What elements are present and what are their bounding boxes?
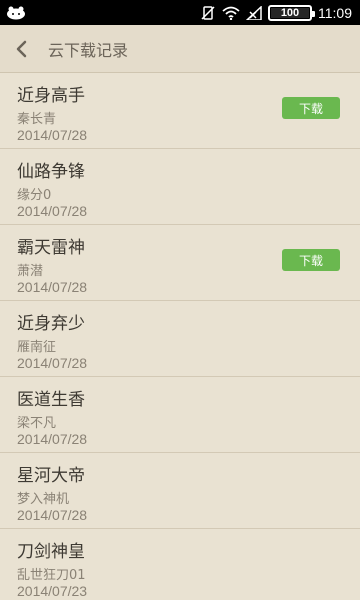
list-item[interactable]: 医道生香 梁不凡 2014/07/28 xyxy=(0,377,360,453)
book-date: 2014/07/28 xyxy=(17,127,88,143)
battery-indicator: 100 xyxy=(268,4,315,21)
signal-icon xyxy=(246,5,262,20)
back-button[interactable] xyxy=(0,25,44,73)
book-title: 刀剑神皇 xyxy=(17,542,85,562)
back-arrow-icon xyxy=(16,40,27,57)
list-item[interactable]: 近身高手 秦长青 2014/07/28 下载 xyxy=(0,73,360,149)
book-author: 秦长青 xyxy=(17,112,57,127)
book-date: 2014/07/28 xyxy=(17,279,88,295)
list-item[interactable]: 星河大帝 梦入神机 2014/07/28 xyxy=(0,453,360,529)
book-title: 星河大帝 xyxy=(17,466,85,486)
book-title: 近身弃少 xyxy=(17,314,85,334)
status-clock: 11:09 xyxy=(318,4,352,21)
vibrate-icon xyxy=(200,5,216,21)
book-date: 2014/07/28 xyxy=(17,203,88,219)
book-date: 2014/07/28 xyxy=(17,355,88,371)
notification-icon xyxy=(6,6,26,20)
download-record-list: 近身高手 秦长青 2014/07/28 下载 仙路争锋 缘分0 2014/07/… xyxy=(0,73,360,600)
list-item[interactable]: 近身弃少 雁南征 2014/07/28 xyxy=(0,301,360,377)
download-button[interactable]: 下载 xyxy=(282,97,340,119)
page-title: 云下载记录 xyxy=(48,40,129,60)
book-title: 霸天雷神 xyxy=(17,238,85,258)
book-date: 2014/07/28 xyxy=(17,507,88,523)
book-author: 缘分0 xyxy=(17,188,52,203)
book-date: 2014/07/28 xyxy=(17,431,88,447)
book-title: 近身高手 xyxy=(17,86,85,106)
book-author: 乱世狂刀01 xyxy=(17,568,86,583)
status-right: 100 11:09 xyxy=(200,4,352,21)
book-title: 仙路争锋 xyxy=(17,162,85,182)
book-author: 梁不凡 xyxy=(17,416,57,431)
list-item[interactable]: 霸天雷神 萧潜 2014/07/28 下载 xyxy=(0,225,360,301)
book-date: 2014/07/23 xyxy=(17,583,88,599)
download-button[interactable]: 下载 xyxy=(282,249,340,271)
list-item[interactable]: 仙路争锋 缘分0 2014/07/28 xyxy=(0,149,360,225)
status-bar: 100 11:09 xyxy=(0,0,360,25)
status-left xyxy=(6,6,26,20)
wifi-icon xyxy=(222,6,240,20)
book-author: 雁南征 xyxy=(17,340,57,355)
book-title: 医道生香 xyxy=(17,390,85,410)
book-author: 梦入神机 xyxy=(17,492,70,507)
list-item[interactable]: 刀剑神皇 乱世狂刀01 2014/07/23 xyxy=(0,529,360,600)
book-author: 萧潜 xyxy=(17,264,44,279)
top-app-bar: 云下载记录 xyxy=(0,25,360,73)
